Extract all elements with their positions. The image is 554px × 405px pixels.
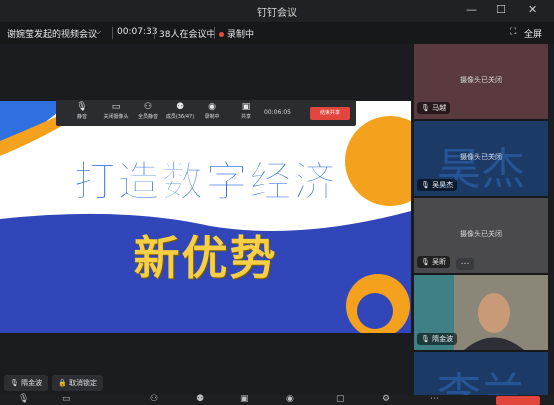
divider bbox=[214, 27, 215, 39]
lock-icon: 🔒 bbox=[58, 379, 67, 387]
participant-name: 🎙 隋金波 bbox=[417, 333, 458, 345]
participant-count[interactable]: 38人在会议中 bbox=[159, 27, 215, 40]
members-button[interactable]: ⚉ 成员(36/47) bbox=[164, 102, 196, 120]
maximize-icon[interactable]: ☐ bbox=[496, 3, 506, 16]
participant-name: 🎙 马越 bbox=[417, 102, 451, 114]
meeting-name[interactable]: 谢婉莹发起的视频会议 bbox=[7, 27, 97, 40]
share-screen-icon[interactable]: ▣ bbox=[240, 394, 249, 404]
camera-off-label: 摄像头已关闭 bbox=[460, 76, 502, 84]
mic-icon: 🎙 bbox=[421, 181, 430, 189]
participant-tile[interactable]: 摄像头已关闭 🎙 吴昕 bbox=[414, 198, 548, 273]
end-share-button[interactable]: 结束共享 bbox=[310, 107, 350, 120]
share-timer: 00:06:05 bbox=[264, 109, 291, 116]
close-icon[interactable]: ✕ bbox=[528, 3, 537, 16]
more-options-button[interactable]: … bbox=[456, 258, 474, 270]
mute-button[interactable]: 🎙 静音 bbox=[66, 102, 98, 120]
chevron-down-icon[interactable]: ⌵ bbox=[95, 27, 101, 37]
people-icon[interactable]: ⚇ bbox=[150, 394, 158, 404]
participant-tile[interactable]: 摄像头已关闭 🎙 马越 bbox=[414, 44, 548, 119]
mic-icon: 🎙 bbox=[10, 379, 19, 387]
share-toolbar: 🎙 静音 ▭ 关闭摄像头 ⚇ 全员静音 ⚉ 成员(36/47) ◉ 录制中 ▣ 共享 00:… bbox=[56, 100, 356, 126]
microphone-icon: 🎙 bbox=[76, 102, 88, 112]
mic-icon: 🎙 bbox=[421, 335, 430, 343]
divider bbox=[112, 27, 113, 39]
slide-background bbox=[0, 101, 411, 333]
camera-button[interactable]: ▭ 关闭摄像头 bbox=[100, 102, 132, 120]
chat-icon[interactable]: ▢ bbox=[336, 394, 345, 404]
record-dot-icon bbox=[219, 32, 224, 37]
unlock-button[interactable]: 🔒 取消锁定 bbox=[52, 375, 103, 391]
title-bar: 钉钉会议 — ☐ ✕ bbox=[0, 0, 554, 22]
record-icon: ◉ bbox=[208, 102, 216, 112]
fullscreen-icon[interactable]: ⛶ bbox=[510, 27, 516, 37]
members-icon[interactable]: ⚉ bbox=[196, 394, 204, 404]
slide-headline: 打造数字经济 bbox=[73, 157, 338, 207]
settings-icon[interactable]: ⚙ bbox=[382, 394, 390, 404]
slide-subheadline: 新优势 bbox=[133, 231, 278, 285]
meeting-duration: 00:07:33 bbox=[117, 27, 158, 37]
share-button[interactable]: ▣ 共享 bbox=[230, 102, 262, 120]
participant-tile[interactable]: 李兰 bbox=[414, 352, 548, 395]
camera-off-label: 摄像头已关闭 bbox=[460, 230, 502, 238]
mute-all-button[interactable]: ⚇ 全员静音 bbox=[132, 102, 164, 120]
record-icon[interactable]: ◉ bbox=[286, 394, 294, 404]
screen-share-view bbox=[0, 101, 411, 333]
camera-off-label: 摄像头已关闭 bbox=[460, 153, 502, 161]
meeting-info-bar: 谢婉莹发起的视频会议 ⌵ 00:07:33 38人在会议中 录制中 ⛶ 全屏 bbox=[0, 22, 554, 44]
speaker-indicator[interactable]: 🎙 隋金波 bbox=[4, 375, 49, 391]
share-screen-icon: ▣ bbox=[241, 102, 251, 112]
divider bbox=[154, 27, 155, 39]
avatar-text: 李兰 bbox=[437, 369, 525, 395]
recording-status: 录制中 bbox=[219, 27, 254, 40]
camera-icon: ▭ bbox=[111, 102, 121, 112]
participant-tile-active[interactable]: 🎙 隋金波 bbox=[414, 275, 548, 350]
mic-icon: 🎙 bbox=[421, 258, 430, 266]
microphone-icon[interactable]: 🎙 bbox=[18, 394, 29, 404]
participant-tile[interactable]: 昊杰 摄像头已关闭 🎙 吴昊杰 bbox=[414, 121, 548, 196]
minimize-icon[interactable]: — bbox=[466, 3, 477, 16]
members-icon: ⚉ bbox=[175, 102, 185, 112]
people-icon: ⚇ bbox=[143, 102, 153, 112]
camera-icon[interactable]: ▭ bbox=[62, 394, 71, 404]
record-button[interactable]: ◉ 录制中 bbox=[196, 102, 228, 120]
mic-icon: 🎙 bbox=[421, 104, 430, 112]
bottom-toolbar: 🎙 ▭ ⚇ ⚉ ▣ ◉ ▢ ⚙ ⋯ bbox=[0, 394, 554, 405]
leave-button[interactable] bbox=[496, 396, 540, 405]
fullscreen-label[interactable]: 全屏 bbox=[524, 27, 542, 40]
participant-name: 🎙 吴昊杰 bbox=[417, 179, 458, 191]
participant-name: 🎙 吴昕 bbox=[417, 256, 451, 268]
more-icon[interactable]: ⋯ bbox=[430, 394, 439, 404]
